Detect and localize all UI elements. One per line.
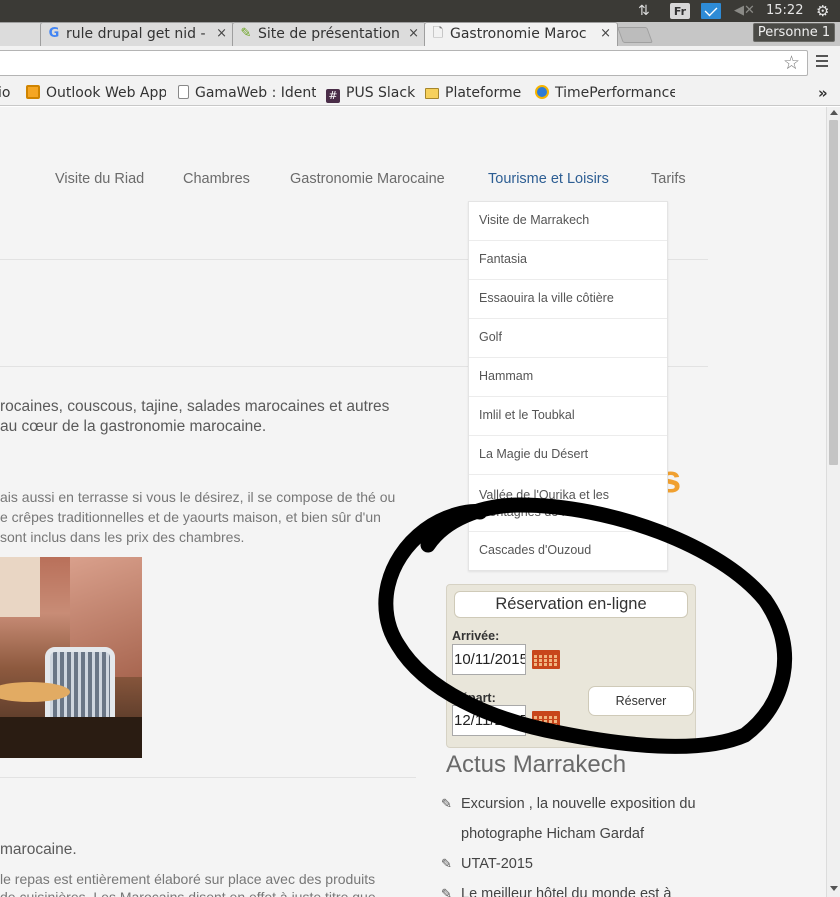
page-icon: 🗋 <box>432 26 444 41</box>
dropdown-item[interactable]: Imlil et le Toubkal <box>469 397 667 436</box>
pencil-icon: ✎ <box>441 796 452 811</box>
bookmark-star-icon[interactable]: ☆ <box>783 54 800 73</box>
close-icon[interactable]: × <box>600 23 611 45</box>
actus-item-title[interactable]: Excursion , la nouvelle exposition du ph… <box>441 789 711 849</box>
main-nav: Visite du Riad Chambres Gastronomie Maro… <box>0 171 720 191</box>
tab-title: Site de présentation <box>258 26 400 42</box>
slack-icon: # <box>326 89 340 103</box>
scroll-down-arrow-icon[interactable] <box>830 886 838 891</box>
address-bar-row: ☆ <box>0 46 840 80</box>
bookmarks-overflow-button[interactable]: » <box>818 83 832 103</box>
reservation-widget: Réservation en-ligne Arrivée: Départ: Ré… <box>446 584 696 748</box>
bookmarks-bar: io Outlook Web App GamaWeb : Ident # PUS … <box>0 80 840 106</box>
pencil-icon: ✎ <box>441 856 452 871</box>
bookmark-gamaweb[interactable]: GamaWeb : Ident <box>178 83 316 103</box>
arrivee-date-input[interactable] <box>452 644 526 675</box>
dropdown-item[interactable]: Golf <box>469 319 667 358</box>
google-icon: G <box>48 26 60 41</box>
depart-label: Départ: <box>452 691 496 705</box>
bookmark-label: Plateforme <box>445 85 522 101</box>
section-text: marocaine. <box>0 841 77 858</box>
scroll-thumb[interactable] <box>829 120 838 465</box>
dropdown-item[interactable]: Cascades d'Ouzoud <box>469 532 667 570</box>
bookmark-label: PUS Slack <box>346 85 416 101</box>
bookmark-label: Outlook Web App <box>46 85 166 101</box>
close-icon[interactable]: × <box>408 23 419 45</box>
nav-tarifs[interactable]: Tarifs <box>651 171 686 187</box>
actus-heading: Actus Marrakech <box>446 751 627 778</box>
bookmark-label: GamaWeb : Ident <box>195 85 316 101</box>
os-top-bar: ⇅ Fr ◀✕ 15:22 ⚙ <box>0 0 840 22</box>
outlook-icon <box>26 85 40 99</box>
intro-text: rocaines, couscous, tajine, salades maro… <box>0 398 390 415</box>
reserver-button[interactable]: Réserver <box>588 686 694 716</box>
close-icon[interactable]: × <box>216 23 227 45</box>
folder-icon <box>425 88 439 99</box>
dropdown-item[interactable]: La Magie du Désert <box>469 436 667 475</box>
dropdown-item[interactable]: Essaouira la ville côtière <box>469 280 667 319</box>
network-arrows-icon[interactable]: ⇅ <box>638 3 656 19</box>
dropdown-item[interactable]: Fantasia <box>469 241 667 280</box>
mail-icon[interactable] <box>701 3 721 19</box>
pencil-icon: ✎ <box>441 886 452 897</box>
tab-strip: × G rule drupal get nid - × ✎ Site de pr… <box>0 22 840 46</box>
divider <box>0 777 416 778</box>
new-tab-button[interactable] <box>617 27 653 43</box>
dropdown-item[interactable]: Vallée de l'Ourika et les Montagnes de l… <box>469 475 667 532</box>
actus-item[interactable]: ✎ Le meilleur hôtel du monde est à <box>441 879 711 897</box>
bookmark-label: io <box>0 85 11 101</box>
profile-button[interactable]: Personne 1 <box>753 23 835 42</box>
keyboard-layout-indicator[interactable]: Fr <box>670 3 690 19</box>
depart-date-input[interactable] <box>452 705 526 736</box>
section-text: de cuisinières. Les Marocains disent en … <box>0 889 376 897</box>
nav-gastronomie[interactable]: Gastronomie Marocaine <box>290 171 445 187</box>
bookmark-outlook[interactable]: Outlook Web App <box>26 83 166 103</box>
menu-icon[interactable] <box>816 55 830 69</box>
timeperformance-icon <box>535 85 549 99</box>
terrace-breakfast-photo <box>0 557 142 758</box>
power-gear-icon[interactable]: ⚙ <box>816 3 836 19</box>
intro-text: au cœur de la gastronomie marocaine. <box>0 418 267 435</box>
actus-item-title[interactable]: UTAT-2015 <box>441 849 711 879</box>
scroll-up-arrow-icon[interactable] <box>830 110 838 115</box>
calendar-icon[interactable] <box>532 650 560 669</box>
bookmark-label: TimePerformance <box>555 85 675 101</box>
breakfast-text: sont inclus dans les prix des chambres. <box>0 529 245 545</box>
section-text: le repas est entièrement élaboré sur pla… <box>0 871 376 887</box>
breakfast-text: e crêpes traditionnelles et de yaourts m… <box>0 509 381 525</box>
nav-tourisme-loisirs[interactable]: Tourisme et Loisirs <box>488 171 609 187</box>
bookmark-plateforme[interactable]: Plateforme <box>425 83 527 103</box>
tourisme-dropdown-menu: Visite de Marrakech Fantasia Essaouira l… <box>468 201 668 571</box>
actus-item[interactable]: ✎ Excursion , la nouvelle exposition du … <box>441 789 711 849</box>
breakfast-text: ais aussi en terrasse si vous le désirez… <box>0 489 396 505</box>
tab[interactable]: G rule drupal get nid - × <box>40 22 234 46</box>
tab-title: Gastronomie Maroc <box>450 26 587 42</box>
url-input[interactable] <box>0 50 808 76</box>
tab-title: rule drupal get nid - <box>66 26 206 42</box>
bookmark-slack[interactable]: # PUS Slack <box>326 83 418 103</box>
page-icon <box>178 85 189 99</box>
reservation-title: Réservation en-ligne <box>454 591 688 618</box>
volume-muted-icon[interactable]: ◀✕ <box>734 3 755 19</box>
page-scrollbar[interactable] <box>826 107 840 897</box>
bookmark-item[interactable]: io <box>0 83 18 103</box>
calendar-icon[interactable] <box>532 711 560 730</box>
dropdown-item[interactable]: Visite de Marrakech <box>469 202 667 241</box>
tab-active[interactable]: 🗋 Gastronomie Maroc × <box>424 22 618 46</box>
arrivee-label: Arrivée: <box>452 629 500 643</box>
dropdown-item[interactable]: Hammam <box>469 358 667 397</box>
actus-item-title[interactable]: Le meilleur hôtel du monde est à <box>441 879 711 897</box>
actus-item[interactable]: ✎ UTAT-2015 <box>441 849 711 879</box>
web-page: Visite du Riad Chambres Gastronomie Maro… <box>0 107 826 897</box>
nav-visite-du-riad[interactable]: Visite du Riad <box>55 171 144 187</box>
bookmark-timeperformance[interactable]: TimePerformance <box>535 83 675 103</box>
clock[interactable]: 15:22 <box>766 3 806 19</box>
nav-chambres[interactable]: Chambres <box>183 171 250 187</box>
drupal-icon: ✎ <box>240 26 252 41</box>
tab[interactable]: ✎ Site de présentation × <box>232 22 426 46</box>
